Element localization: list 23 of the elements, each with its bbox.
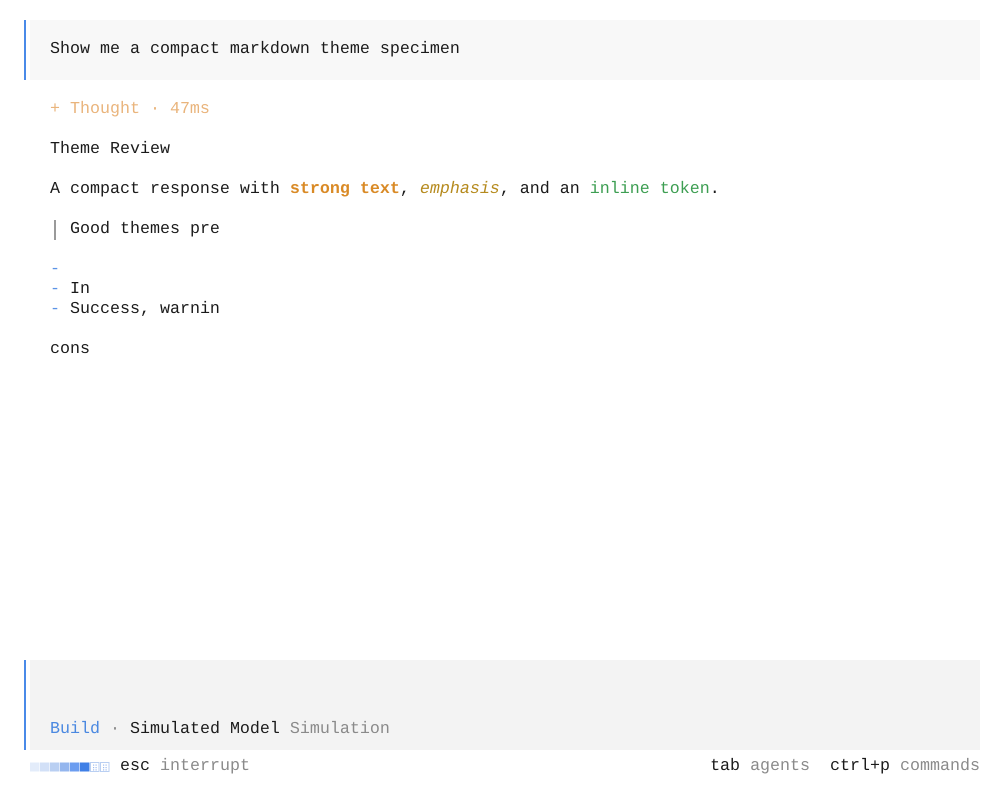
list-item-text: Success, warnin [70, 300, 220, 320]
separator-dot: · [110, 720, 120, 740]
shortcut-key: tab [710, 757, 740, 777]
thought-toggle[interactable]: + Thought · 47ms [50, 100, 210, 120]
list-marker: - [50, 300, 60, 320]
shortcut-key: esc [120, 757, 150, 777]
response-heading: Theme Review [50, 140, 170, 160]
shortcut-key: ctrl+p [830, 757, 890, 777]
list-marker: - [50, 260, 60, 280]
provider-name: Simulation [290, 720, 390, 740]
shortcut-label: commands [900, 757, 980, 777]
prompt-input-field[interactable]: Build · Simulated Model Simulation [24, 660, 980, 750]
blockquote: Good themes pre [54, 220, 220, 240]
agent-mode-label[interactable]: Build [50, 720, 100, 740]
shortcut-label: interrupt [160, 757, 250, 777]
response-paragraph: cons [50, 340, 90, 360]
shortcut-label: agents [750, 757, 810, 777]
model-name: Simulated Model [130, 720, 280, 740]
progress-blocks-icon [30, 762, 110, 772]
list-item-text: In [70, 280, 90, 300]
list-marker: - [50, 280, 60, 300]
user-message-text: Show me a compact markdown theme specimen [50, 40, 460, 60]
response-paragraph: A compact response with strong text, emphasis, and an inline token. [50, 180, 720, 200]
